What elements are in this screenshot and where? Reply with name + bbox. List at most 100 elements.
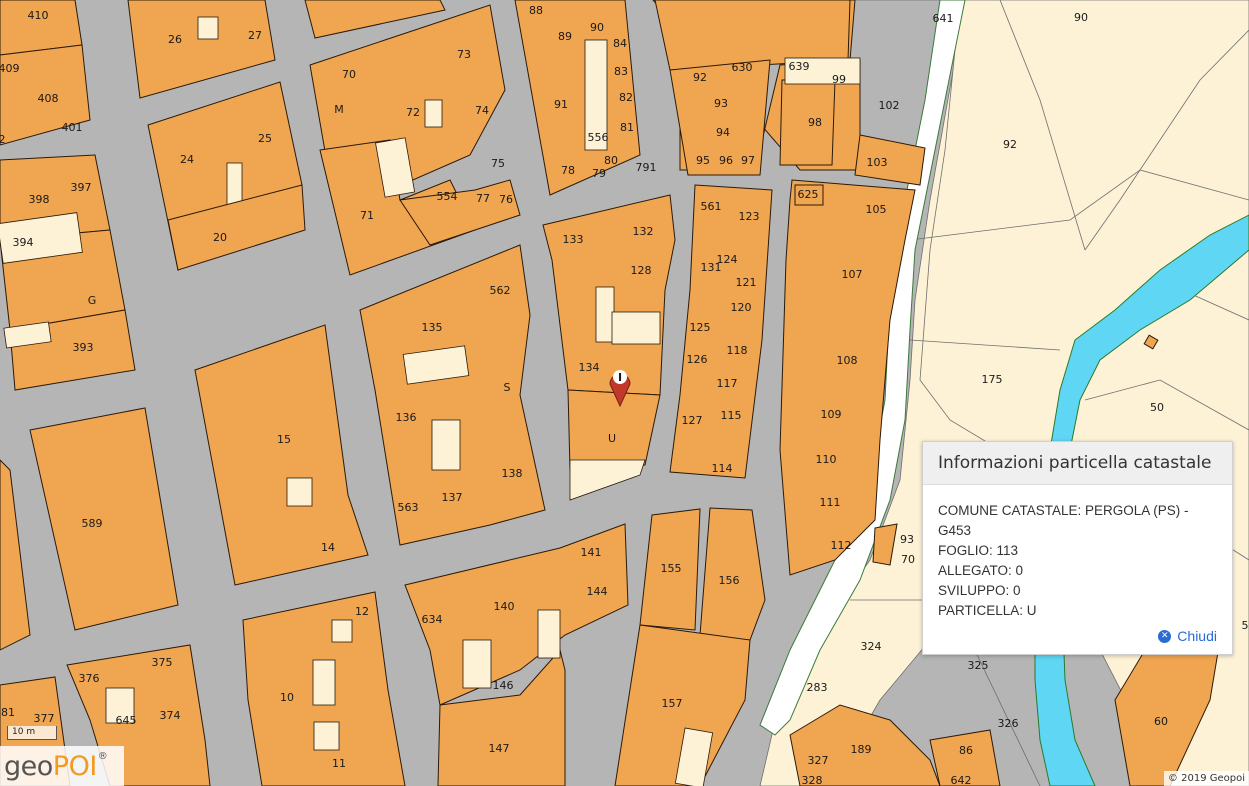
parcel-label: 92 [1003,138,1017,151]
parcel-label: 70 [342,68,356,81]
popup-title: Informazioni particella catastale [938,453,1212,473]
parcel-label: 70 [901,553,915,566]
parcel-label: 137 [442,491,463,504]
parcel-label: 20 [213,231,227,244]
parcel-label: 375 [152,656,173,669]
parcel-label: 112 [831,539,852,552]
parcel-label: 326 [998,717,1019,730]
parcel-label: 93 [900,533,914,546]
parcel-label: 410 [28,9,49,22]
parcel-label: 562 [490,284,511,297]
parcel-label: 117 [717,377,738,390]
parcel-label: 135 [422,321,443,334]
close-label[interactable]: Chiudi [1177,628,1217,644]
parcel-label: 76 [499,193,513,206]
parcel-label: 103 [867,156,888,169]
parcel-label: 75 [491,157,505,170]
parcel-label: 283 [807,681,828,694]
parcel-label: U [608,432,616,445]
parcel-label: 625 [798,188,819,201]
parcel-label: 140 [494,600,515,613]
parcel-label: 634 [422,613,443,626]
parcel-label: 645 [116,714,137,727]
parcel-label: 27 [248,29,262,42]
parcel-label: 397 [71,181,92,194]
parcel-label: 328 [802,774,823,786]
info-particella: PARTICELLA: U [938,603,1037,618]
parcel-label: 90 [590,21,604,34]
parcel-label: 175 [982,373,1003,386]
parcel-label: 133 [563,233,584,246]
parcel-label: 88 [529,4,543,17]
close-circle-icon[interactable]: ✕ [1158,629,1172,643]
parcel-label: 14 [321,541,335,554]
parcel-label: 105 [866,203,887,216]
parcel-label: 561 [701,200,722,213]
parcel-label: 15 [277,433,291,446]
parcel-label: 89 [558,30,572,43]
parcel-label: 554 [437,190,458,203]
parcel-info-popup: Informazioni particella catastale COMUNE… [922,441,1233,655]
info-comune: COMUNE CATASTALE: PERGOLA (PS) - G453 [938,503,1189,538]
parcel-label: 26 [168,33,182,46]
parcel-label: 589 [82,517,103,530]
parcel-label: 81 [620,121,634,134]
parcel-label: 86 [959,744,973,757]
info-foglio: FOGLIO: 113 [938,543,1019,558]
parcel-label: 642 [951,774,972,786]
logo-prefix: geo [4,750,53,782]
parcel-label: 401 [62,121,83,134]
logo-text: geoPOI® [4,750,108,782]
parcel-label: 563 [398,501,419,514]
geopoi-logo: geoPOI® [0,746,124,786]
parcel-label: 95 [696,154,710,167]
logo-reg: ® [97,750,108,762]
parcel-label: 556 [588,131,609,144]
parcel-label: S [504,381,511,394]
parcel-label: 791 [636,161,657,174]
parcel-label: 123 [739,210,760,223]
parcel-label: 138 [502,467,523,480]
parcel-label: 98 [808,116,822,129]
parcel-label: 110 [816,453,837,466]
parcel-label: 121 [736,276,757,289]
parcel-label: 82 [619,91,633,104]
parcel-label: 147 [489,742,510,755]
parcel-label: 93 [714,97,728,110]
parcel-label: 376 [79,672,100,685]
parcel-label: 114 [712,462,733,475]
parcel-label: 97 [741,154,755,167]
parcel-label: 157 [662,697,683,710]
parcel-label: 189 [851,743,872,756]
parcel-label: 12 [355,605,369,618]
parcel-label: 102 [879,99,900,112]
parcel-label: 73 [457,48,471,61]
parcel-label: 79 [592,167,606,180]
parcel-label: 125 [690,321,711,334]
cadastral-map[interactable]: 410 26 27 88 89 90 84 83 82 81 556 80 79… [0,0,1249,786]
parcel-label: 126 [687,353,708,366]
parcel-label: 327 [808,754,829,767]
parcel-label: 141 [581,546,602,559]
parcel-label: M [334,103,344,116]
parcel-label: 78 [561,164,575,177]
parcel-label: 374 [160,709,181,722]
parcel-label: 394 [13,236,34,249]
parcel-label: 5 [1242,619,1249,632]
parcel-label: 144 [587,585,608,598]
parcel-label: 120 [731,301,752,314]
parcel-label: 132 [633,225,654,238]
parcel-label: 377 [34,712,55,725]
parcel-label: 50 [1150,401,1164,414]
parcel-label: 74 [475,104,489,117]
close-button[interactable]: ✕ Chiudi [1158,628,1217,644]
parcel-label: 24 [180,153,194,166]
parcel-label: 325 [968,659,989,672]
parcel-label: 92 [693,71,707,84]
parcel-label: 94 [716,126,730,139]
parcel-label: 81 [1,706,15,719]
parcel-label: 84 [613,37,627,50]
parcel-label: 109 [821,408,842,421]
parcel-label: 146 [493,679,514,692]
info-allegato: ALLEGATO: 0 [938,563,1024,578]
